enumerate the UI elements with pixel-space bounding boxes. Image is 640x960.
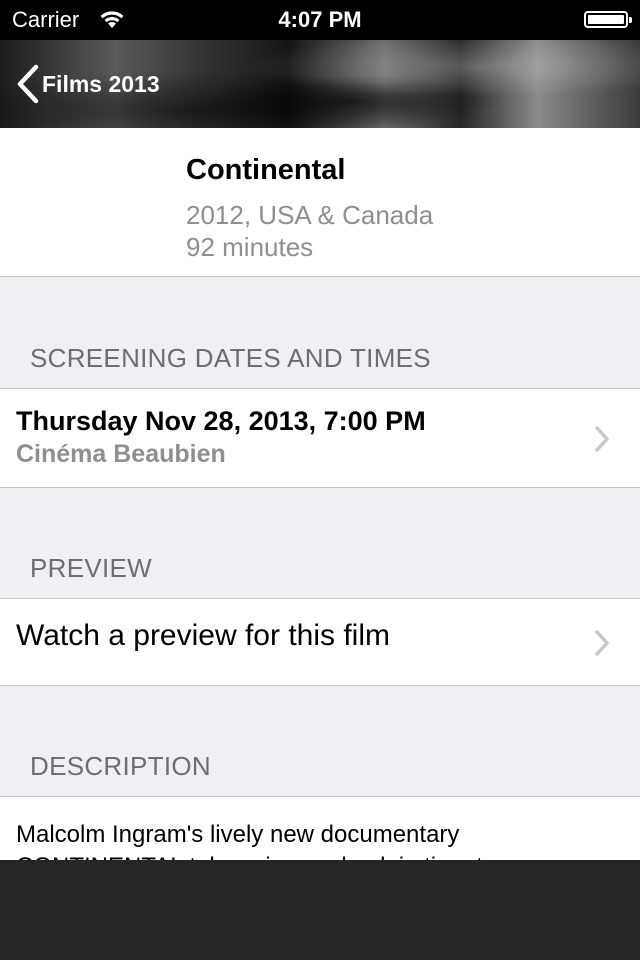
description-cell: Malcolm Ingram's lively new documentary … (0, 796, 640, 860)
screening-row[interactable]: Thursday Nov 28, 2013, 7:00 PM Cinéma Be… (0, 388, 640, 488)
section-header-description: DESCRIPTION (30, 751, 211, 781)
screening-venue: Cinéma Beaubien (16, 440, 226, 468)
chevron-right-icon (595, 630, 609, 656)
battery-icon (584, 11, 632, 28)
status-time: 4:07 PM (278, 7, 362, 32)
section-header-preview: PREVIEW (30, 553, 153, 583)
screening-datetime: Thursday Nov 28, 2013, 7:00 PM (16, 406, 426, 436)
back-button-label: Films 2013 (42, 70, 160, 97)
status-bar: Carrier 4:07 PM (0, 0, 640, 40)
film-description: Malcolm Ingram's lively new documentary … (16, 821, 496, 860)
section-header-screenings: SCREENING DATES AND TIMES (30, 343, 431, 373)
bottom-toolbar (0, 860, 640, 960)
chevron-left-icon (17, 64, 39, 104)
chevron-right-icon (595, 426, 609, 452)
preview-row[interactable]: Watch a preview for this film (0, 598, 640, 686)
film-duration: 92 minutes (186, 232, 314, 262)
back-button[interactable]: Films 2013 (14, 64, 160, 104)
film-header: Continental 2012, USA & Canada 92 minute… (0, 128, 640, 277)
film-title: Continental (186, 154, 346, 186)
film-year-country: 2012, USA & Canada (186, 200, 434, 230)
navigation-bar: Films 2013 (0, 40, 640, 128)
preview-link-label: Watch a preview for this film (16, 619, 390, 652)
